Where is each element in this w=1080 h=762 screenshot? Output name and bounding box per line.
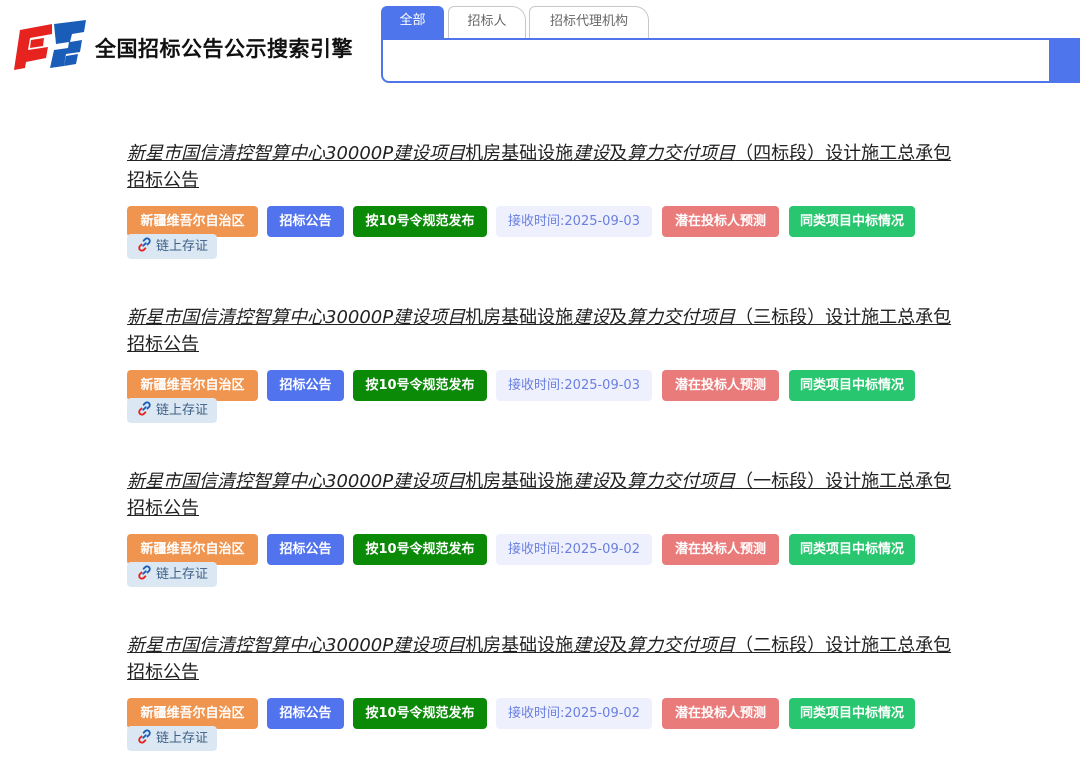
tag-row: 新疆维吾尔自治区 招标公告 按10号令规范发布 接收时间:2025-09-02 …	[127, 534, 967, 590]
notice-type-tag: 招标公告	[267, 370, 344, 401]
tab-tenderer[interactable]: 招标人	[448, 6, 526, 38]
cebpub-logo-icon[interactable]	[14, 20, 88, 70]
result-title-link[interactable]: 新星市国信清控智算中心30000P建设项目机房基础设施建设及算力交付项目（一标段…	[127, 468, 957, 522]
tab-all[interactable]: 全部	[381, 6, 444, 38]
result-item: 新星市国信清控智算中心30000P建设项目机房基础设施建设及算力交付项目（四标段…	[127, 140, 967, 304]
notice-type-tag: 招标公告	[267, 534, 344, 565]
rule-tag: 按10号令规范发布	[353, 206, 487, 237]
chain-link-icon	[138, 565, 151, 580]
result-title-link[interactable]: 新星市国信清控智算中心30000P建设项目机房基础设施建设及算力交付项目（三标段…	[127, 304, 957, 358]
receive-date-tag: 接收时间:2025-09-02	[496, 534, 652, 565]
region-tag: 新疆维吾尔自治区	[127, 370, 258, 401]
similar-projects-button[interactable]: 同类项目中标情况	[789, 534, 915, 565]
result-title-link[interactable]: 新星市国信清控智算中心30000P建设项目机房基础设施建设及算力交付项目（二标段…	[127, 632, 957, 686]
receive-date-tag: 接收时间:2025-09-02	[496, 698, 652, 729]
page: 全国招标公告公示搜索引擎 全部 招标人 招标代理机构 新星市国信清控智算中心30…	[0, 0, 1080, 762]
search-button[interactable]	[1049, 38, 1080, 83]
result-item: 新星市国信清控智算中心30000P建设项目机房基础设施建设及算力交付项目（一标段…	[127, 468, 967, 632]
notice-type-tag: 招标公告	[267, 698, 344, 729]
region-tag: 新疆维吾尔自治区	[127, 534, 258, 565]
tag-row: 新疆维吾尔自治区 招标公告 按10号令规范发布 接收时间:2025-09-03 …	[127, 206, 967, 262]
bidder-predict-button[interactable]: 潜在投标人预测	[662, 698, 779, 729]
chain-certificate-button[interactable]: 链上存证	[127, 562, 218, 587]
site-title: 全国招标公告公示搜索引擎	[95, 37, 353, 61]
receive-date-tag: 接收时间:2025-09-03	[496, 206, 652, 237]
bidder-predict-button[interactable]: 潜在投标人预测	[662, 370, 779, 401]
region-tag: 新疆维吾尔自治区	[127, 698, 258, 729]
notice-type-tag: 招标公告	[267, 206, 344, 237]
search-box	[381, 38, 1051, 83]
result-title-link[interactable]: 新星市国信清控智算中心30000P建设项目机房基础设施建设及算力交付项目（四标段…	[127, 140, 957, 194]
receive-date-tag: 接收时间:2025-09-03	[496, 370, 652, 401]
tab-tender-agency[interactable]: 招标代理机构	[529, 6, 649, 38]
chain-link-icon	[138, 401, 151, 416]
similar-projects-button[interactable]: 同类项目中标情况	[789, 370, 915, 401]
chain-link-icon	[138, 729, 151, 744]
rule-tag: 按10号令规范发布	[353, 370, 487, 401]
result-item: 新星市国信清控智算中心30000P建设项目机房基础设施建设及算力交付项目（三标段…	[127, 304, 967, 468]
similar-projects-button[interactable]: 同类项目中标情况	[789, 206, 915, 237]
region-tag: 新疆维吾尔自治区	[127, 206, 258, 237]
chain-certificate-button[interactable]: 链上存证	[127, 234, 218, 259]
result-item: 新星市国信清控智算中心30000P建设项目机房基础设施建设及算力交付项目（二标段…	[127, 632, 967, 762]
search-input[interactable]	[391, 46, 1035, 76]
tag-row: 新疆维吾尔自治区 招标公告 按10号令规范发布 接收时间:2025-09-02 …	[127, 698, 967, 754]
chain-certificate-button[interactable]: 链上存证	[127, 398, 218, 423]
rule-tag: 按10号令规范发布	[353, 534, 487, 565]
bidder-predict-button[interactable]: 潜在投标人预测	[662, 534, 779, 565]
tag-row: 新疆维吾尔自治区 招标公告 按10号令规范发布 接收时间:2025-09-03 …	[127, 370, 967, 426]
similar-projects-button[interactable]: 同类项目中标情况	[789, 698, 915, 729]
chain-certificate-button[interactable]: 链上存证	[127, 726, 218, 751]
result-list: 新星市国信清控智算中心30000P建设项目机房基础设施建设及算力交付项目（四标段…	[127, 140, 967, 762]
bidder-predict-button[interactable]: 潜在投标人预测	[662, 206, 779, 237]
chain-link-icon	[138, 237, 151, 252]
rule-tag: 按10号令规范发布	[353, 698, 487, 729]
